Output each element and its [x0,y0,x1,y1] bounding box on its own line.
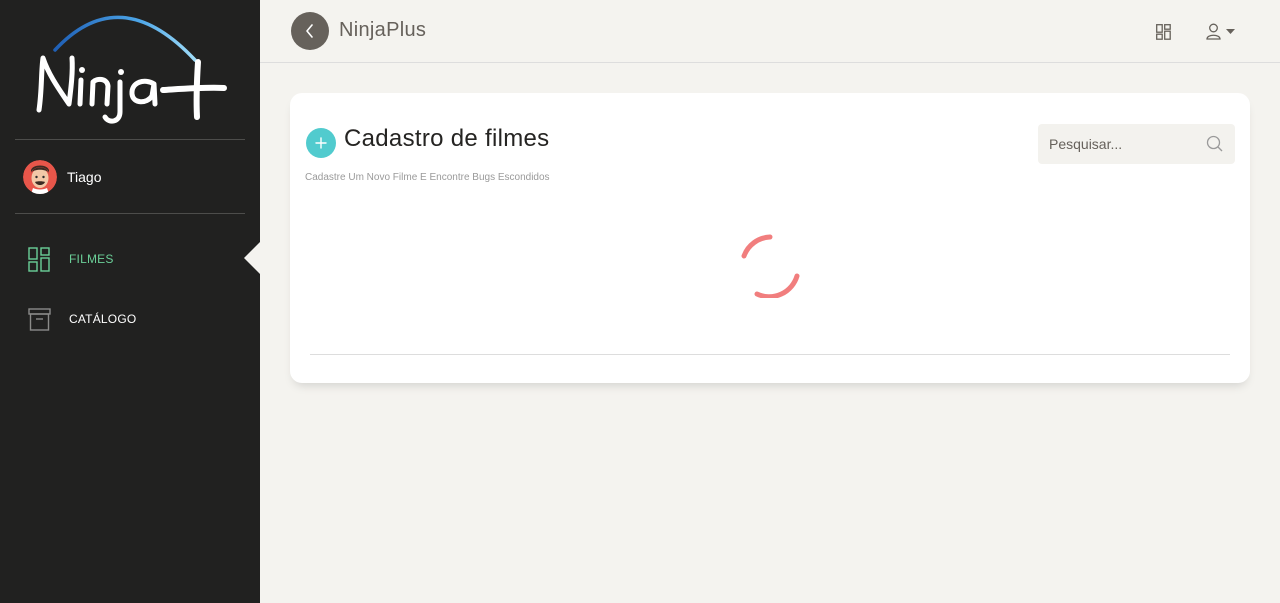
ninja-plus-logo-icon [36,15,227,124]
sidebar-item-filmes[interactable]: FILMES [28,246,114,272]
avatar-face-icon [23,160,57,194]
search-input[interactable] [1038,124,1199,164]
active-item-caret [244,242,260,274]
sidebar-item-catalogo[interactable]: CATÁLOGO [28,306,136,332]
back-arrow-icon [306,24,313,38]
back-button[interactable] [291,12,329,50]
loading-spinner-icon [741,234,800,298]
card-subtitle: Cadastre Um Novo Filme E Encontre Bugs E… [305,172,550,183]
user-icon [1206,23,1221,40]
avatar[interactable] [23,160,57,194]
search-icon[interactable] [1206,135,1224,153]
page-title: NinjaPlus [339,19,427,41]
dashboard-icon [28,246,50,272]
sidebar-divider [15,213,245,214]
grid-icon [1156,24,1171,40]
grid-button[interactable] [1156,24,1171,44]
user-profile[interactable]: Tiago [23,160,102,194]
sidebar: Tiago FILMES CATÁLOGO [0,0,260,603]
card-divider [310,354,1230,355]
logo[interactable] [15,0,245,139]
sidebar-item-label: FILMES [69,252,114,266]
plus-icon [315,137,327,149]
add-movie-button[interactable] [306,128,336,158]
user-name: Tiago [67,169,102,185]
topbar: NinjaPlus [260,0,1280,63]
caret-down-icon [1226,28,1235,34]
sidebar-item-label: CATÁLOGO [69,312,137,326]
user-menu-dropdown[interactable] [1206,23,1235,40]
movies-card: Cadastro de filmes Cadastre Um Novo Film… [290,93,1250,383]
card-title: Cadastro de filmes [344,125,550,152]
archive-icon [28,307,51,331]
search-box [1038,124,1235,164]
sidebar-divider [15,139,245,140]
